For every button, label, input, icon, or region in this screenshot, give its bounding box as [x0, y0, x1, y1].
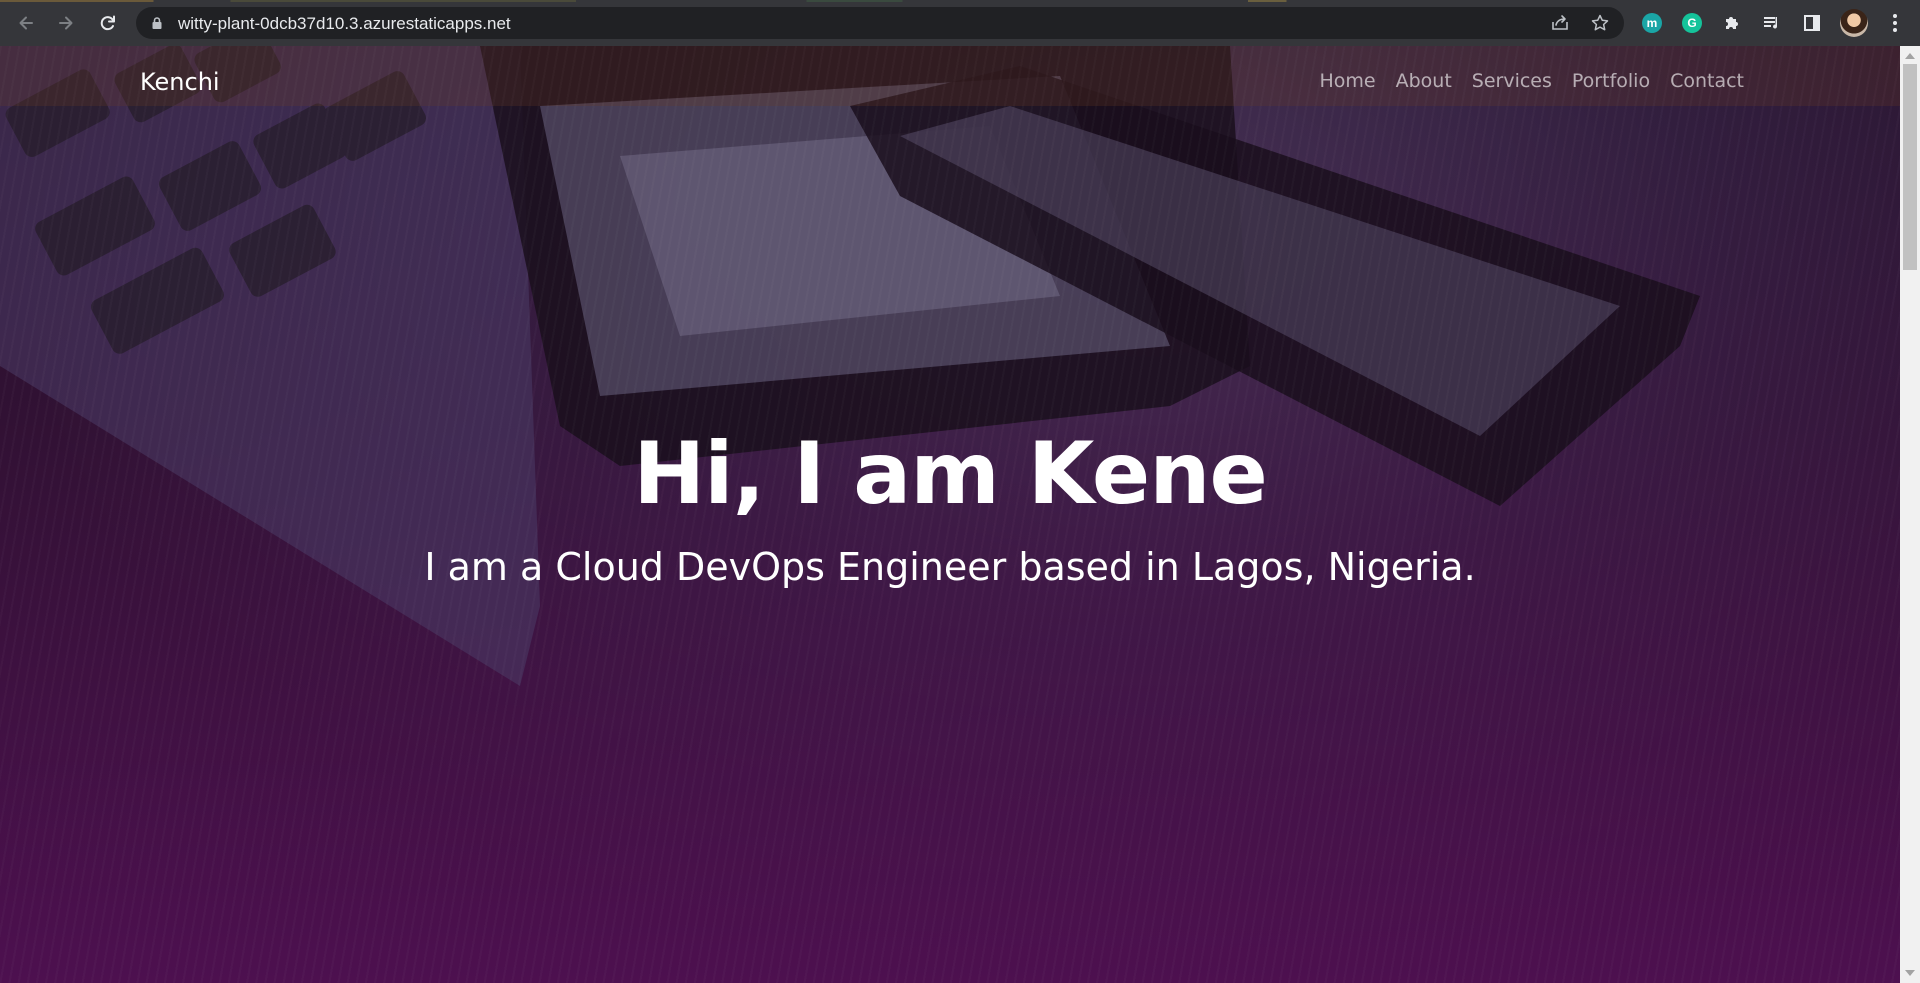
reload-button[interactable] [96, 11, 120, 35]
scrollbar-thumb[interactable] [1903, 64, 1917, 270]
browser-toolbar: witty-plant-0dcb37d10.3.azurestaticapps.… [0, 0, 1920, 46]
grammarly-icon: G [1682, 13, 1702, 33]
star-icon[interactable] [1590, 13, 1610, 33]
nav-link-contact[interactable]: Contact [1660, 70, 1754, 92]
nav-link-home[interactable]: Home [1309, 70, 1385, 92]
side-panel-icon [1804, 15, 1820, 31]
back-button[interactable] [14, 11, 38, 35]
side-panel-button[interactable] [1800, 11, 1824, 35]
puzzle-icon [1726, 17, 1738, 29]
site-navbar: Kenchi Home About Services Portfolio Con… [0, 46, 1900, 122]
kebab-menu-icon[interactable] [1883, 11, 1907, 35]
url-text[interactable]: witty-plant-0dcb37d10.3.azurestaticapps.… [178, 14, 511, 34]
brand-logo-link[interactable]: Kenchi [140, 68, 220, 96]
media-queue-icon [1764, 17, 1778, 29]
forward-button[interactable] [54, 11, 78, 35]
scroll-up-arrow-icon[interactable] [1905, 53, 1915, 59]
extension-m-button[interactable]: m [1640, 11, 1664, 35]
lock-icon[interactable] [150, 16, 164, 30]
scroll-down-arrow-icon[interactable] [1905, 970, 1915, 976]
nav-link-services[interactable]: Services [1462, 70, 1562, 92]
extensions-button[interactable] [1720, 11, 1744, 35]
hero-title: Hi, I am Kene [633, 424, 1268, 524]
tab-strip [0, 0, 1920, 2]
nav-link-about[interactable]: About [1386, 70, 1462, 92]
extension-m-icon: m [1642, 13, 1662, 33]
hero-subtitle: I am a Cloud DevOps Engineer based in La… [424, 545, 1476, 589]
arrow-left-icon [19, 16, 33, 30]
nav-link-portfolio[interactable]: Portfolio [1562, 70, 1660, 92]
arrow-right-icon [59, 16, 73, 30]
profile-avatar[interactable] [1840, 9, 1868, 37]
reload-icon [100, 15, 115, 31]
page-viewport: Kenchi Home About Services Portfolio Con… [0, 46, 1900, 983]
nav-links: Home About Services Portfolio Contact [1309, 70, 1754, 92]
grammarly-extension-button[interactable]: G [1680, 11, 1704, 35]
media-control-button[interactable] [1760, 11, 1784, 35]
share-icon[interactable] [1550, 13, 1570, 33]
address-bar[interactable]: witty-plant-0dcb37d10.3.azurestaticapps.… [136, 7, 1624, 39]
page-scrollbar[interactable] [1900, 46, 1920, 983]
